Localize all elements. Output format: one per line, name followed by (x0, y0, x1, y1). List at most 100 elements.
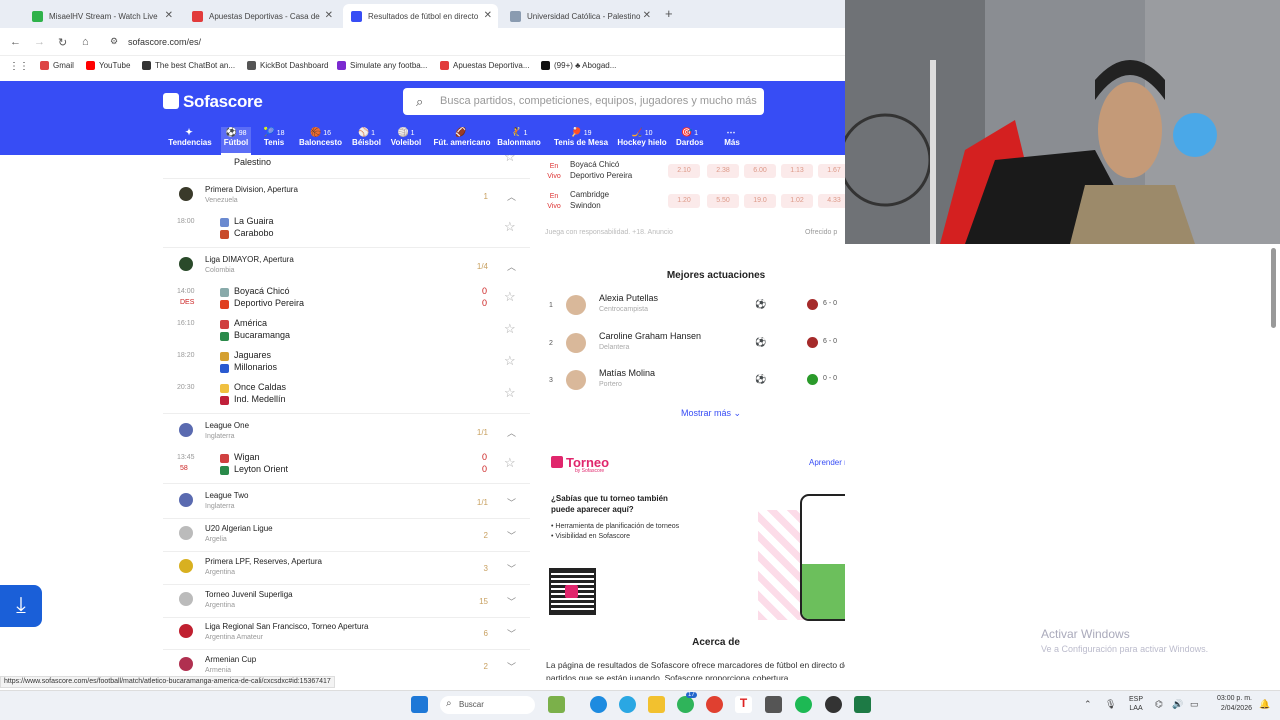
sport-tab[interactable]: ⋯ Más (722, 127, 742, 147)
performer-row[interactable]: 2Caroline Graham HansenDelantera⚽6 - 010 (540, 331, 845, 359)
tab-close-icon[interactable]: ✕ (325, 10, 333, 21)
sport-tab[interactable]: ✦ Tendencias (168, 127, 212, 147)
apps-icon[interactable]: ⋮⋮ (9, 61, 29, 72)
taskbar-search[interactable]: ⌕ Buscar (440, 696, 535, 714)
reload-icon[interactable]: ↻ (58, 36, 67, 49)
file-explorer-icon[interactable] (648, 696, 665, 713)
league-header[interactable]: Liga Regional San Francisco, Torneo Aper… (163, 622, 530, 644)
chevron-up-icon[interactable]: ︿ (507, 190, 516, 203)
edge-icon[interactable] (590, 696, 607, 713)
clock[interactable]: 03:00 p. m. 2/04/2026 (1210, 694, 1252, 714)
show-more-link[interactable]: Mostrar más ⌄ (681, 408, 741, 419)
odds-row[interactable]: En Vivo Boyacá Chicó Deportivo Pereira 2.10… (540, 160, 845, 184)
odds-button[interactable]: 6.00 (744, 164, 776, 178)
battery-icon[interactable]: ▭ (1190, 699, 1199, 710)
odds-button[interactable]: 2.10 (668, 164, 700, 178)
bookmark-item[interactable]: Simulate any footba... (337, 61, 427, 70)
match-row[interactable]: 20:30 Once Caldas Ind. Medellín ☆ (163, 381, 530, 409)
favorite-star-icon[interactable]: ☆ (504, 321, 516, 337)
spotify-icon[interactable] (795, 696, 812, 713)
sport-tab[interactable]: 🎯 1 Dardos (676, 127, 704, 147)
odds-button[interactable]: 5.50 (707, 194, 739, 208)
performer-row[interactable]: 3Matías MolinaPortero⚽0 - 010 (540, 368, 845, 396)
telegram-icon[interactable] (619, 696, 636, 713)
windows-start-icon[interactable] (411, 696, 428, 713)
odds-row[interactable]: En Vivo Cambridge Swindon 1.20 5.50 19.0 1.02 4… (540, 190, 845, 214)
chevron-up-icon[interactable]: ︿ (507, 426, 516, 439)
browser-tab[interactable]: Universidad Católica - Palestino ✕ (502, 4, 657, 28)
sport-tab[interactable]: ⚽ 98 Fútbol (221, 127, 251, 155)
match-row[interactable]: 18:00 La Guaira Carabobo ☆ (163, 215, 530, 243)
chevron-up-icon[interactable]: ︿ (507, 260, 516, 273)
browser-tab[interactable]: MisaelHV Stream - Watch Live ✕ (24, 4, 179, 28)
forward-icon[interactable]: → (34, 36, 45, 48)
tray-chevron-icon[interactable]: ⌃ (1084, 699, 1092, 710)
bookmark-item[interactable]: (99+) ♣ Abogad... (541, 61, 616, 70)
league-header[interactable]: Liga DIMAYOR, Apertura Colombia 1/4 ︿ (163, 255, 530, 277)
match-row[interactable]: 14:00 DES Boyacá Chicó Deportivo Pereira 0 0 ☆ (163, 285, 530, 313)
match-row[interactable]: 13:45 58 Wigan Leyton Orient 0 0 ☆ (163, 451, 530, 479)
favorite-star-icon[interactable]: ☆ (504, 289, 516, 305)
odds-button[interactable]: 1.13 (781, 164, 813, 178)
favorite-star-icon[interactable]: ☆ (504, 455, 516, 471)
favorite-star-icon[interactable]: ☆ (504, 353, 516, 369)
obs-icon[interactable] (825, 696, 842, 713)
tab-close-icon[interactable]: ✕ (165, 10, 173, 21)
chevron-down-icon[interactable]: ﹀ (507, 660, 516, 673)
chevron-down-icon[interactable]: ﹀ (507, 627, 516, 640)
chevron-down-icon[interactable]: ﹀ (507, 562, 516, 575)
new-tab-button[interactable]: + (665, 6, 673, 21)
microphone-icon[interactable]: 🎙 (1105, 699, 1116, 710)
odds-button[interactable]: 2.38 (707, 164, 739, 178)
browser-tab[interactable]: Resultados de fútbol en directo ✕ (343, 4, 498, 28)
match-row[interactable]: 16:10 América Bucaramanga ☆ (163, 317, 530, 345)
tab-close-icon[interactable]: ✕ (484, 10, 492, 21)
bookmark-item[interactable]: The best ChatBot an... (142, 61, 235, 70)
sport-tab[interactable]: ⚾ 1 Béisbol (352, 127, 381, 147)
sport-tab[interactable]: 🏐 1 Voleibol (390, 127, 422, 147)
sport-tab[interactable]: 🏓 19 Tenis de Mesa (553, 127, 609, 147)
bookmark-item[interactable]: Gmail (40, 61, 74, 70)
chevron-down-icon[interactable]: ﹀ (507, 595, 516, 608)
odds-button[interactable]: 1.20 (668, 194, 700, 208)
league-header[interactable]: Primera LPF, Reserves, Apertura Argentina… (163, 557, 530, 579)
widget-icon[interactable] (548, 696, 565, 713)
learn-more-link[interactable]: Aprender más › (809, 458, 845, 467)
chrome-icon[interactable] (706, 696, 723, 713)
sofascore-logo[interactable]: Sofascore (163, 92, 263, 112)
odds-button[interactable]: 4.33 (818, 194, 845, 208)
bookmark-item[interactable]: Apuestas Deportiva... (440, 61, 529, 70)
odds-button[interactable]: 1.02 (781, 194, 813, 208)
odds-button[interactable]: 19.0 (744, 194, 776, 208)
home-icon[interactable]: ⌂ (82, 36, 89, 48)
favorite-star-icon[interactable]: ☆ (504, 219, 516, 235)
odds-button[interactable]: 1.67 (818, 164, 845, 178)
calculator-icon[interactable] (765, 696, 782, 713)
network-icon[interactable]: ⌬ (1155, 699, 1163, 710)
league-header[interactable]: League Two Inglaterra 1/1 ﹀ (163, 491, 530, 513)
bookmark-item[interactable]: YouTube (86, 61, 130, 70)
sport-tab[interactable]: 🤾 1 Balonmano (497, 127, 541, 147)
favorite-star-icon[interactable]: ☆ (504, 385, 516, 401)
text-app-icon[interactable]: T (735, 696, 752, 713)
browser-tab[interactable]: Apuestas Deportivas - Casa de ✕ (184, 4, 339, 28)
page-scrollbar[interactable] (1271, 248, 1276, 328)
tab-close-icon[interactable]: ✕ (643, 10, 651, 21)
volume-icon[interactable]: 🔊 (1172, 699, 1183, 710)
league-header[interactable]: Primera Division, Apertura Venezuela 1 ︿ (163, 185, 530, 207)
sport-tab[interactable]: 🏈 Fút. americano (433, 127, 491, 147)
league-header[interactable]: Torneo Juvenil Superliga Argentina 15 ﹀ (163, 590, 530, 612)
site-info-icon[interactable]: ⚙ (110, 36, 118, 47)
url-field[interactable]: sofascore.com/es/ (128, 37, 201, 47)
favorite-star-icon[interactable]: ☆ (504, 155, 516, 165)
league-header[interactable]: League One Inglaterra 1/1 ︿ (163, 421, 530, 443)
download-button[interactable]: ⤓ (0, 585, 42, 627)
performer-row[interactable]: 1Alexia PutellasCentrocampista⚽6 - 010 (540, 293, 845, 321)
whatsapp-icon[interactable] (677, 696, 694, 713)
search-input[interactable]: ⌕ Busca partidos, competiciones, equipos,… (403, 88, 764, 115)
back-icon[interactable]: ← (10, 36, 21, 48)
notifications-icon[interactable]: 🔔 (1259, 699, 1270, 710)
language-indicator[interactable]: ESP LAA (1129, 695, 1143, 713)
excel-icon[interactable] (854, 696, 871, 713)
sport-tab[interactable]: 🏀 16 Baloncesto (298, 127, 343, 147)
